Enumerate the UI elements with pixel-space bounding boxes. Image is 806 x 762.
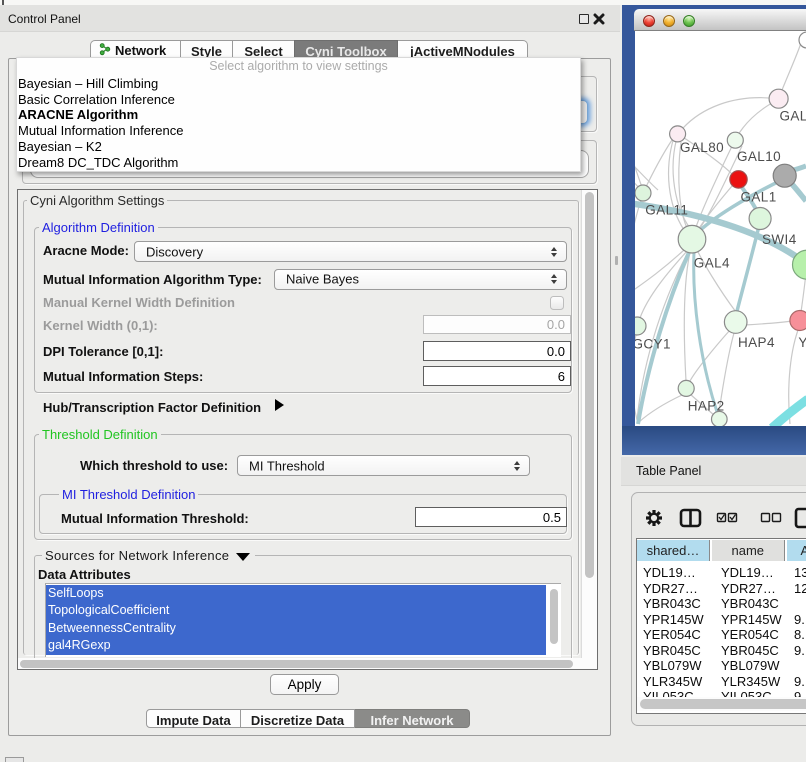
- svg-text:GCY1: GCY1: [635, 337, 671, 352]
- svg-text:HAP4: HAP4: [738, 335, 775, 350]
- svg-text:GAL8: GAL8: [780, 109, 806, 124]
- svg-text:HAP2: HAP2: [688, 399, 725, 414]
- svg-text:GAL80: GAL80: [680, 140, 724, 155]
- svg-text:GAL4: GAL4: [694, 256, 730, 271]
- svg-text:SWI4: SWI4: [762, 232, 797, 247]
- svg-text:GAL11: GAL11: [645, 203, 688, 218]
- svg-text:Y: Y: [798, 335, 806, 350]
- svg-text:GAL1: GAL1: [741, 190, 777, 205]
- svg-text:GAL10: GAL10: [737, 149, 781, 164]
